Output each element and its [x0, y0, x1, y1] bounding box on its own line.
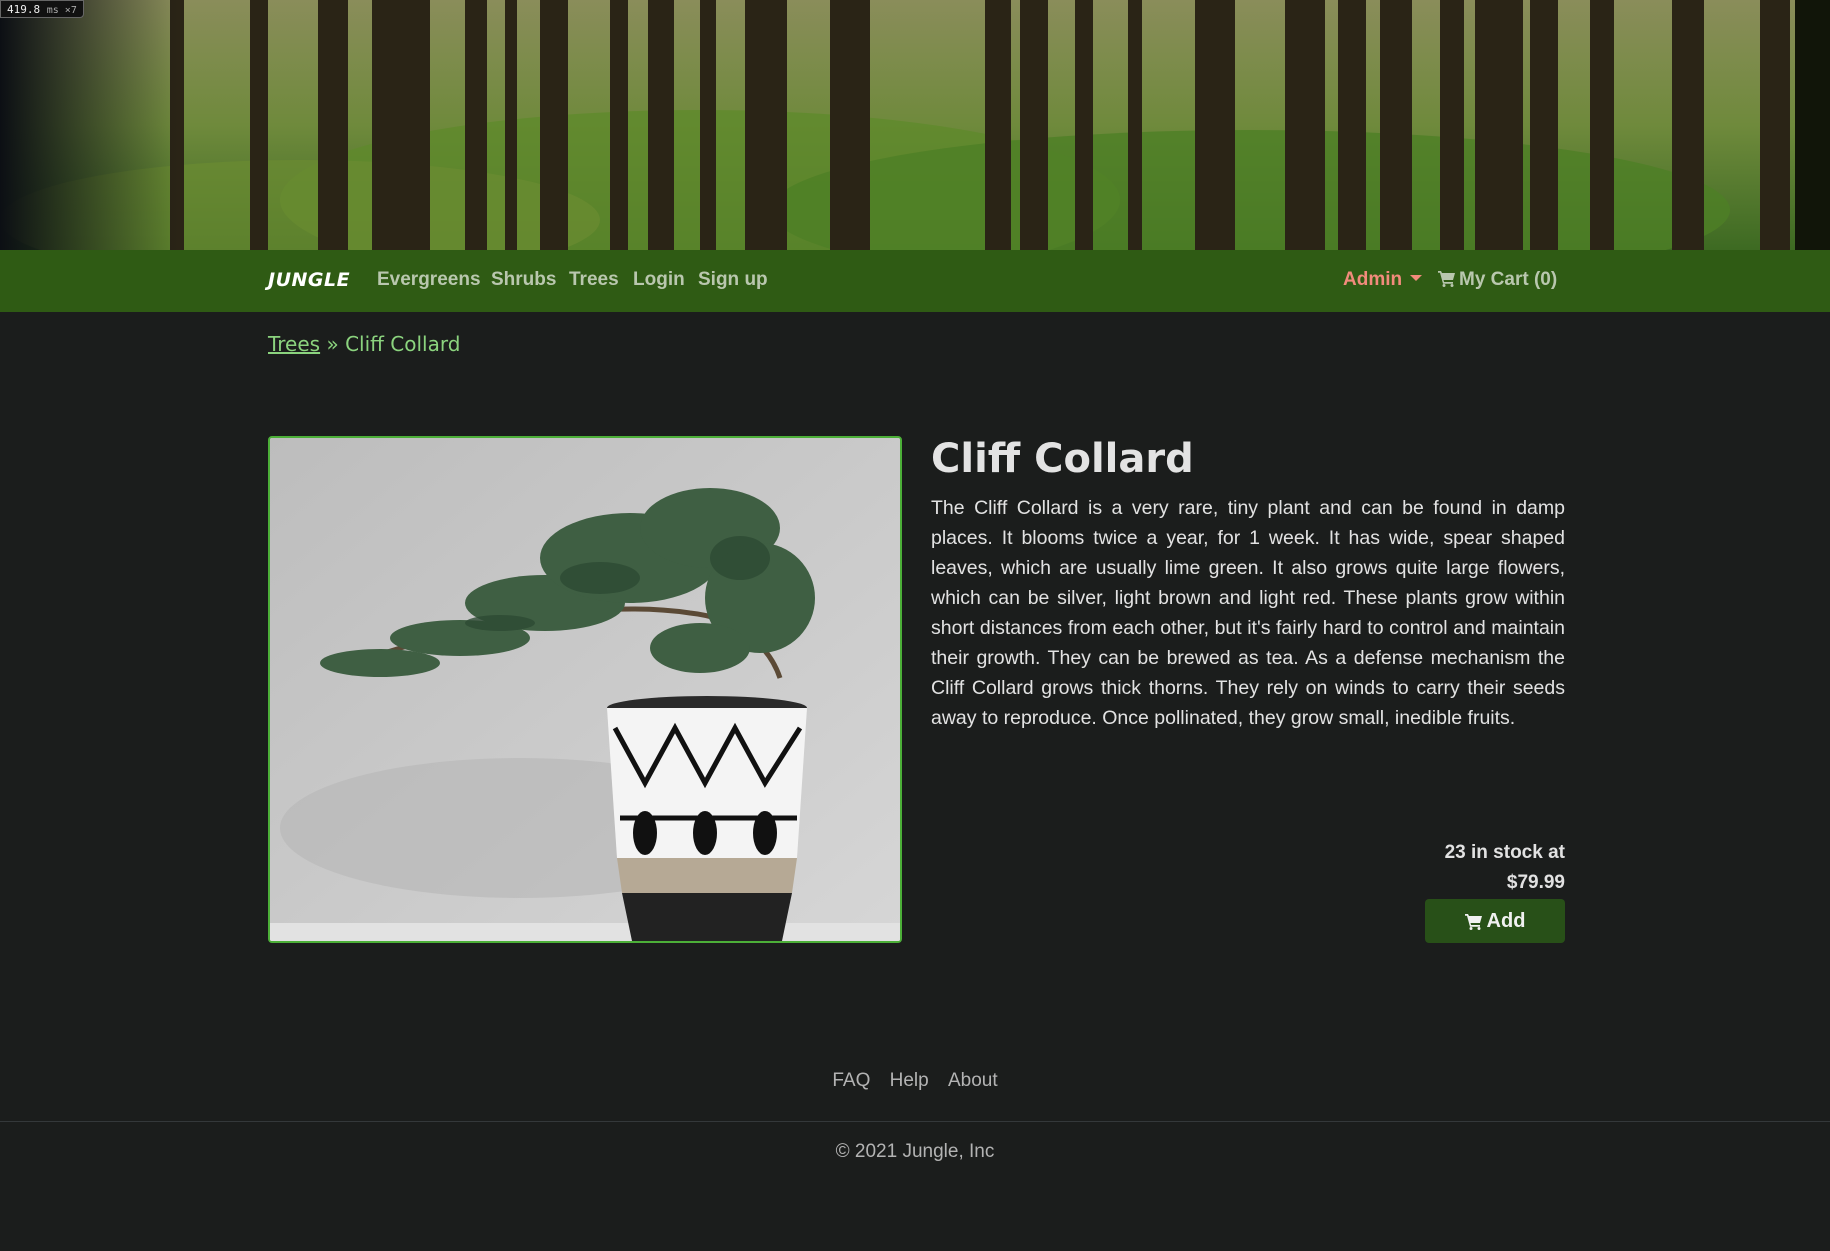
footer-divider — [0, 1121, 1830, 1122]
price: $79.99 — [1506, 872, 1565, 893]
add-button-label: Add — [1486, 909, 1526, 932]
footer-link-faq[interactable]: FAQ — [832, 1070, 870, 1091]
admin-dropdown[interactable]: Admin — [1343, 269, 1423, 291]
breadcrumb-separator: » — [326, 332, 339, 356]
admin-label: Admin — [1343, 269, 1403, 290]
navbar: JUNGLE Evergreens Shrubs Trees Login Sig… — [0, 250, 1830, 312]
add-to-cart-button[interactable]: Add — [1425, 899, 1565, 943]
cart-link[interactable]: My Cart (0) — [1438, 269, 1557, 291]
caret-down-icon — [1410, 275, 1423, 281]
product-image — [268, 436, 902, 943]
hero-banner-image — [0, 0, 1830, 250]
breadcrumb-current: Cliff Collard — [345, 332, 461, 356]
product-description: The Cliff Collard is a very rare, tiny p… — [931, 497, 1565, 729]
footer-links: FAQ Help About — [0, 1070, 1830, 1092]
breadcrumb-trees-link[interactable]: Trees — [268, 332, 320, 356]
product-title: Cliff Collard — [931, 436, 1194, 482]
brand-logo[interactable]: JUNGLE — [268, 269, 350, 291]
stock-count: 23 in stock at — [1444, 842, 1565, 863]
stock-price: 23 in stock at $79.99 — [1380, 838, 1565, 898]
footer-link-help[interactable]: Help — [890, 1070, 929, 1091]
nav-link-shrubs[interactable]: Shrubs — [491, 269, 556, 291]
nav-link-evergreens[interactable]: Evergreens — [377, 269, 481, 291]
nav-link-trees[interactable]: Trees — [569, 269, 619, 291]
breadcrumb: Trees » Cliff Collard — [268, 332, 460, 356]
copyright: © 2021 Jungle, Inc — [835, 1141, 995, 1162]
cart-icon — [1438, 271, 1455, 287]
nav-link-login[interactable]: Login — [633, 269, 685, 291]
nav-link-signup[interactable]: Sign up — [698, 269, 768, 291]
footer-link-about[interactable]: About — [948, 1070, 998, 1091]
perf-badge: 419.8 ms ×7 — [0, 0, 84, 18]
cart-label: My Cart (0) — [1459, 269, 1558, 290]
cart-icon — [1464, 913, 1482, 930]
